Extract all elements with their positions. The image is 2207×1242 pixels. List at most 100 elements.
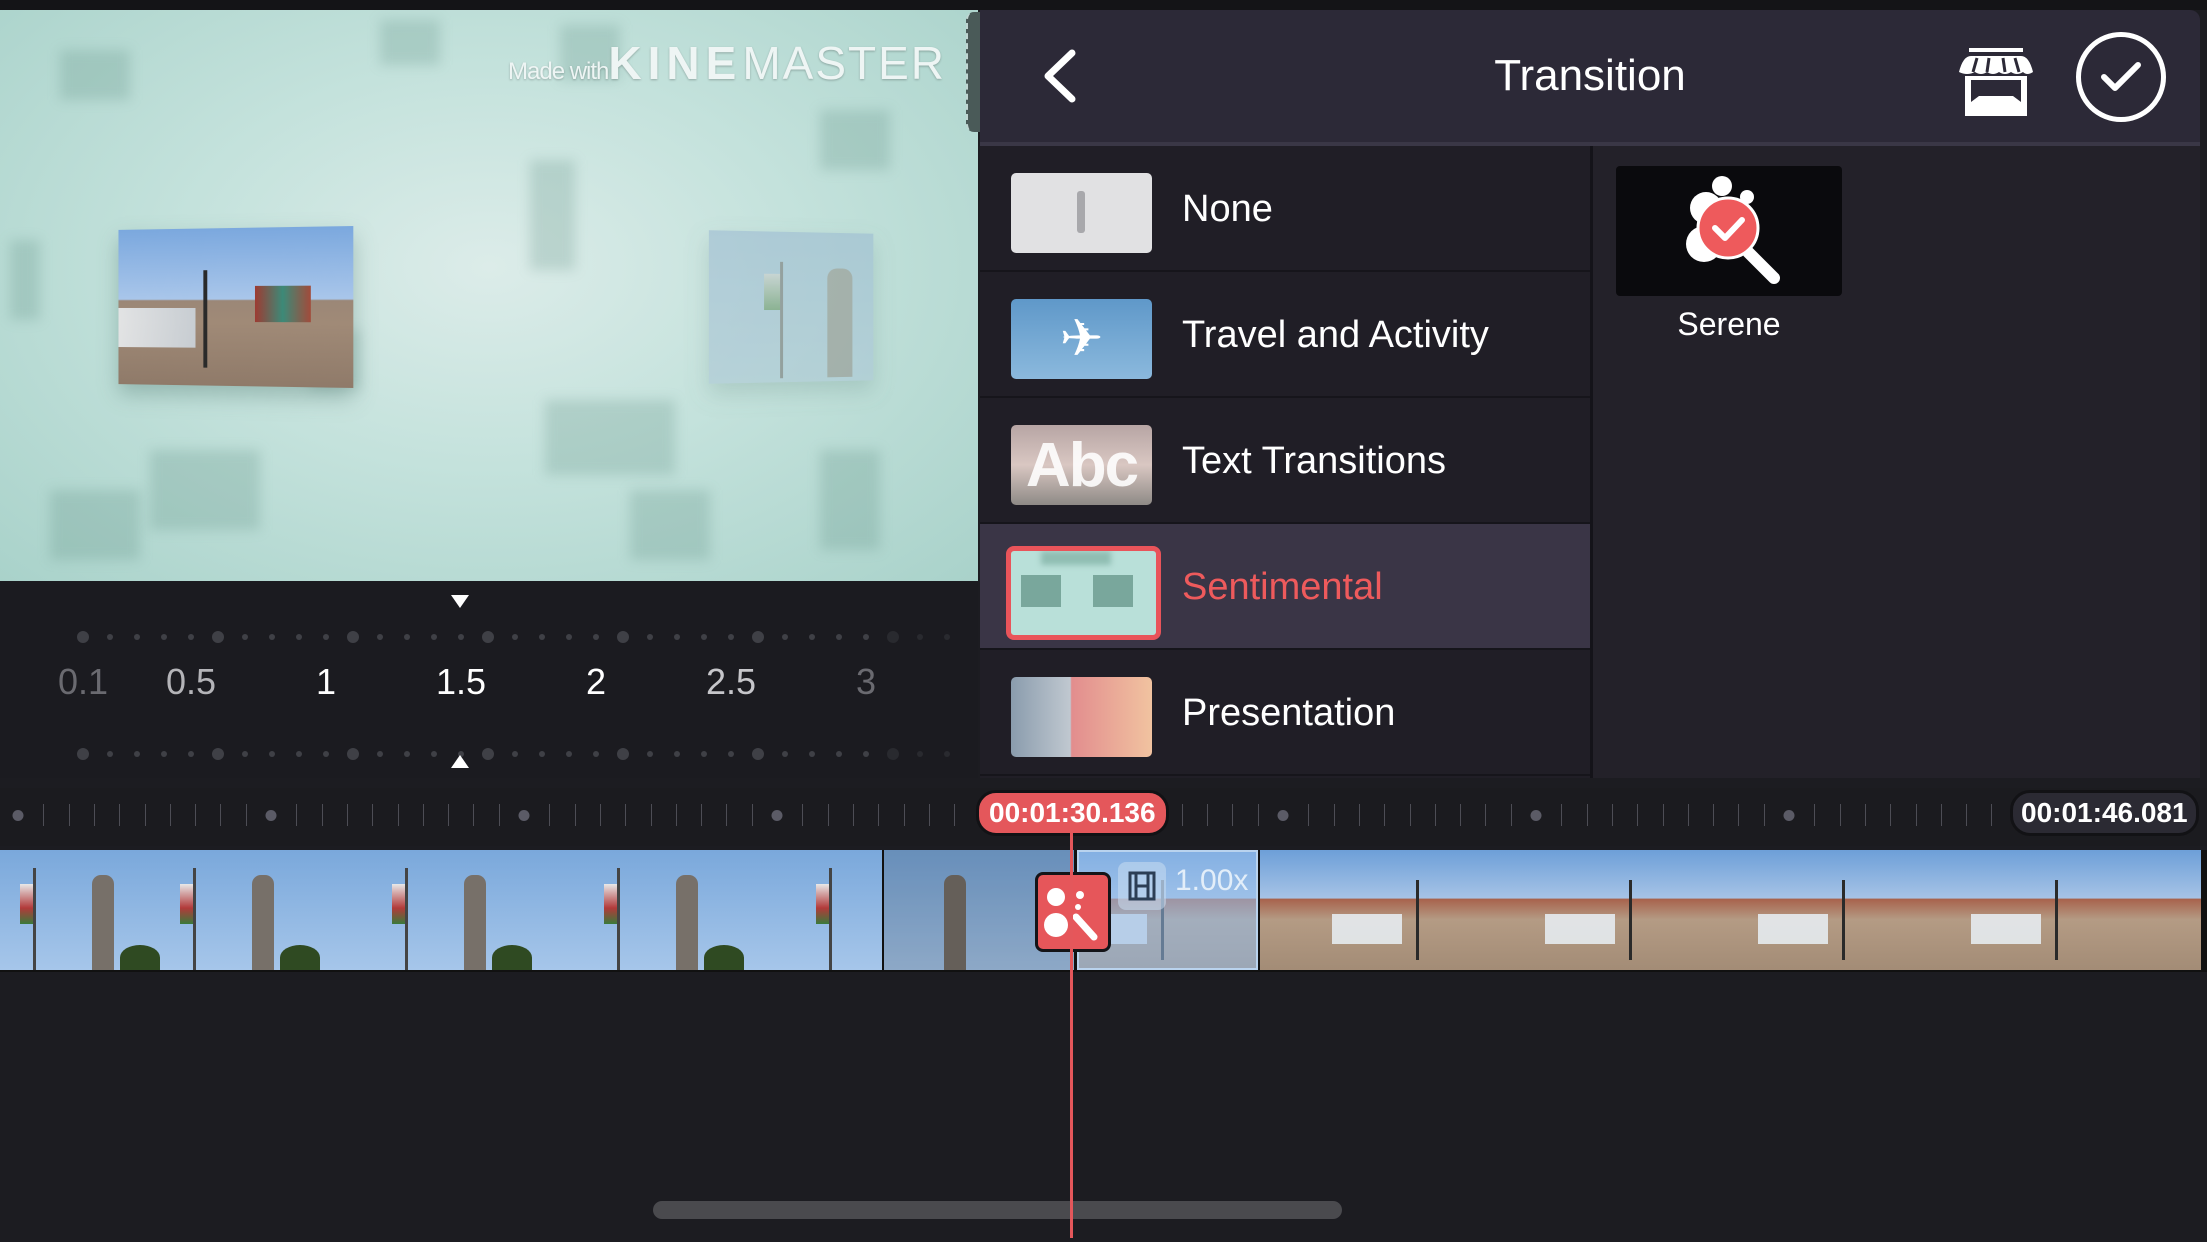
ruler-tick: [903, 804, 905, 826]
scale-dot: [404, 634, 410, 640]
scale-dot: [431, 634, 437, 640]
scale-dot: [77, 631, 89, 643]
scale-label-1[interactable]: 1: [316, 661, 336, 703]
back-button[interactable]: [1030, 46, 1090, 106]
ruler-tick: [650, 804, 652, 826]
scale-label-0-5[interactable]: 0.5: [166, 661, 216, 703]
scale-dot: [161, 634, 167, 640]
ruler-tick: [1814, 804, 1816, 826]
scale-dot: [482, 748, 494, 760]
category-label: Sentimental: [1182, 566, 1383, 608]
scale-dot: [458, 634, 464, 640]
scale-dot: [863, 634, 869, 640]
ruler-tick: [1991, 804, 1993, 826]
scale-label-2-5[interactable]: 2.5: [706, 661, 756, 703]
ruler-tick: [1358, 804, 1360, 826]
bokeh-shard: [50, 490, 140, 560]
clip-frame: [0, 850, 160, 970]
confirm-button[interactable]: [2076, 32, 2166, 122]
ruler-tick: [1662, 804, 1664, 826]
scale-label-3[interactable]: 3: [856, 661, 876, 703]
scale-dot: [377, 751, 383, 757]
bokeh-shard: [545, 400, 675, 475]
ruler-tick: [1510, 804, 1512, 826]
scale-dot: [782, 751, 788, 757]
ruler-tick: [448, 804, 450, 826]
ruler-tick: [1257, 804, 1259, 826]
transition-item-serene[interactable]: [1616, 166, 1842, 296]
scale-dot: [593, 634, 599, 640]
ruler-tick: [827, 804, 829, 826]
category-label: Travel and Activity: [1182, 314, 1489, 356]
transition-category-list: None ✈ Travel and Activity Abc Text Tran…: [980, 146, 1593, 778]
ruler-tick: [1915, 804, 1917, 826]
scale-dot: [917, 634, 923, 640]
watermark-made-with: Made with: [508, 58, 609, 85]
category-none[interactable]: None: [980, 146, 1590, 272]
scale-dot: [728, 751, 734, 757]
ruler-marker: [1277, 810, 1289, 821]
scale-dots-top: [0, 630, 978, 644]
bokeh-shard: [820, 110, 890, 170]
ruler-marker: [518, 810, 530, 821]
scale-dot: [296, 751, 302, 757]
airplane-thumb-icon: ✈: [1011, 299, 1152, 379]
ruler-tick: [928, 804, 930, 826]
scale-dot: [269, 634, 275, 640]
clip-frame: [1332, 850, 1545, 970]
scale-pointer-top-icon: [451, 595, 469, 608]
scale-dot: [863, 751, 869, 757]
category-travel-and-activity[interactable]: ✈ Travel and Activity: [980, 272, 1590, 398]
scale-dot: [539, 634, 545, 640]
category-text-transitions[interactable]: Abc Text Transitions: [980, 398, 1590, 524]
scale-pointer-bottom-icon: [451, 755, 469, 768]
bokeh-shard: [820, 450, 880, 550]
video-preview[interactable]: Made withKINEMASTER: [0, 10, 978, 581]
scale-dot: [512, 634, 518, 640]
category-label: Presentation: [1182, 692, 1396, 734]
scale-dot: [134, 751, 140, 757]
scale-dot: [647, 634, 653, 640]
scale-dot: [836, 751, 842, 757]
ruler-tick: [93, 804, 95, 826]
scale-label-2[interactable]: 2: [586, 661, 606, 703]
clip-speed-label: 1.00x: [1175, 864, 1249, 897]
scale-dot: [566, 634, 572, 640]
scale-dot: [323, 634, 329, 640]
presentation-thumb-icon: [1011, 677, 1152, 757]
ruler-tick: [625, 804, 627, 826]
timeline-scrollbar[interactable]: [653, 1201, 1342, 1219]
playhead[interactable]: [1070, 826, 1073, 1238]
abc-thumb-icon: Abc: [1011, 425, 1152, 505]
clip-frame: [584, 850, 796, 970]
transition-items-grid: Serene: [1593, 146, 2200, 778]
ruler-tick: [1713, 804, 1715, 826]
scale-dot: [944, 751, 950, 757]
scale-dot: [296, 634, 302, 640]
ruler-tick: [1611, 804, 1613, 826]
scale-dot: [782, 634, 788, 640]
ruler-marker: [771, 810, 783, 821]
scale-dot: [617, 748, 629, 760]
transition-marker[interactable]: [1035, 872, 1111, 952]
scale-dot: [134, 634, 140, 640]
store-icon: [1959, 48, 2033, 116]
ruler-tick: [1763, 804, 1765, 826]
scale-dot: [431, 751, 437, 757]
ruler-tick: [1333, 804, 1335, 826]
category-presentation[interactable]: Presentation: [980, 650, 1590, 776]
clip-frame: [1758, 850, 1971, 970]
video-track[interactable]: 1.00x: [0, 850, 2207, 972]
scale-dot: [887, 631, 899, 643]
scale-label-1-5[interactable]: 1.5: [436, 661, 486, 703]
ruler-tick: [1940, 804, 1942, 826]
timeline[interactable]: 1.00x 00:01:30.136 00:01:46.081: [0, 778, 2207, 1242]
store-button[interactable]: [1955, 46, 2037, 118]
ruler-tick: [1864, 804, 1866, 826]
scale-dot: [107, 751, 113, 757]
duration-scale[interactable]: 0.1 0.5 1 1.5 2 2.5 3: [0, 581, 978, 778]
transition-photo-tower: [708, 230, 874, 384]
scale-label-0-1[interactable]: 0.1: [58, 661, 108, 703]
ruler-tick: [1890, 804, 1892, 826]
category-sentimental[interactable]: Sentimental: [980, 524, 1590, 650]
